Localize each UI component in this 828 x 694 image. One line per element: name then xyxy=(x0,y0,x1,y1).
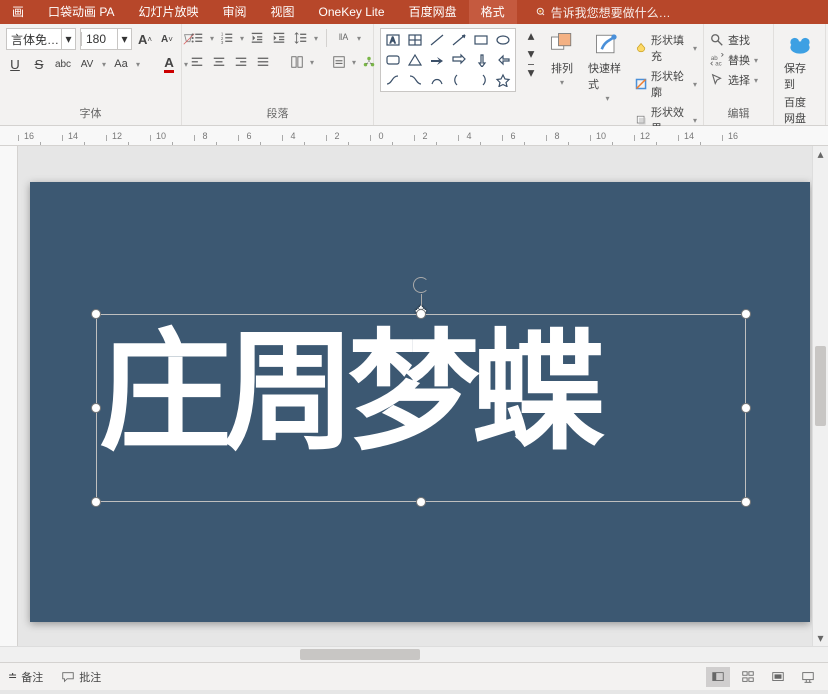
align-left-button[interactable] xyxy=(188,52,206,72)
change-case-button[interactable]: Aa xyxy=(112,54,130,74)
work-area: ✥ 庄周梦蝶 ▴ ▾ xyxy=(0,146,828,646)
triangle-icon: ≐ xyxy=(8,670,17,683)
shape-fill-button[interactable]: 形状填充▾ xyxy=(635,32,697,64)
comments-button[interactable]: 批注 xyxy=(61,669,101,685)
align-justify-button[interactable] xyxy=(254,52,272,72)
horizontal-scrollbar[interactable] xyxy=(0,646,828,662)
status-bar: ≐ 备注 批注 xyxy=(0,662,828,690)
align-text-button[interactable] xyxy=(330,52,348,72)
arrange-button[interactable]: 排列 ▾ xyxy=(544,28,580,89)
svg-text:‖A: ‖A xyxy=(339,32,349,42)
tab-slideshow[interactable]: 幻灯片放映 xyxy=(126,0,210,24)
select-button[interactable]: 选择▾ xyxy=(710,72,767,88)
tab-review[interactable]: 审阅 xyxy=(210,0,258,24)
font-size-box[interactable]: 180 ▾ xyxy=(80,28,132,50)
replace-label: 替换 xyxy=(728,52,750,68)
tab-pocket-anim[interactable]: 口袋动画 PA xyxy=(36,0,126,24)
view-slideshow-button[interactable] xyxy=(796,667,820,687)
find-label: 查找 xyxy=(728,32,750,48)
numbering-button[interactable]: 123 xyxy=(218,28,236,48)
shape-outline-label: 形状轮廓 xyxy=(651,68,689,100)
notes-button[interactable]: ≐ 备注 xyxy=(8,669,43,685)
group-drawing: A xyxy=(374,24,704,125)
vertical-ruler[interactable] xyxy=(0,146,18,646)
tab-view[interactable]: 视图 xyxy=(259,0,307,24)
save-label1: 保存到 xyxy=(784,60,815,92)
slide-canvas[interactable]: ✥ 庄周梦蝶 xyxy=(30,182,810,622)
svg-text:3: 3 xyxy=(221,40,224,45)
notes-label: 备注 xyxy=(21,669,43,685)
vscroll-thumb[interactable] xyxy=(815,346,826,426)
resize-handle-bl[interactable] xyxy=(91,497,101,507)
group-editing-label: 编辑 xyxy=(710,103,767,123)
columns-button[interactable] xyxy=(288,52,306,72)
indent-decrease-button[interactable] xyxy=(248,28,266,48)
gallery-down-button[interactable]: ▾ xyxy=(522,46,540,62)
shapes-gallery[interactable]: A xyxy=(380,28,516,92)
shape-outline-button[interactable]: 形状轮廓▾ xyxy=(635,68,697,100)
group-paragraph-label: 段落 xyxy=(188,103,367,123)
char-spacing-button[interactable]: abc xyxy=(54,54,72,74)
text-direction-button[interactable]: ‖A xyxy=(335,28,353,48)
align-center-button[interactable] xyxy=(210,52,228,72)
horizontal-ruler[interactable]: 1614121086420246810121416 xyxy=(0,126,828,146)
arrange-label: 排列 xyxy=(551,60,573,76)
select-label: 选择 xyxy=(728,72,750,88)
tell-me-search[interactable]: 告诉我您想要做什么… xyxy=(517,4,671,21)
tab-baidu[interactable]: 百度网盘 xyxy=(397,0,469,24)
find-button[interactable]: 查找 xyxy=(710,32,767,48)
kerning-button[interactable]: AV xyxy=(78,54,96,74)
font-name-box[interactable]: 言体免… ▾ xyxy=(6,28,76,50)
gallery-more-button[interactable]: ▾ xyxy=(522,64,540,80)
shape-fill-label: 形状填充 xyxy=(651,32,689,64)
strike-button[interactable]: S xyxy=(30,54,48,74)
view-normal-button[interactable] xyxy=(706,667,730,687)
slide-text[interactable]: 庄周梦蝶 xyxy=(91,315,752,469)
font-size-dropdown[interactable]: ▾ xyxy=(117,29,131,49)
font-size-field[interactable]: 180 xyxy=(81,32,117,46)
ribbon-tabs: 画 口袋动画 PA 幻灯片放映 审阅 视图 OneKey Lite 百度网盘 格… xyxy=(0,0,828,24)
tell-me-label: 告诉我您想要做什么… xyxy=(551,4,671,21)
save-label2: 百度网盘 xyxy=(784,94,815,126)
svg-text:A: A xyxy=(390,36,396,45)
view-reading-button[interactable] xyxy=(766,667,790,687)
svg-text:ac: ac xyxy=(715,60,721,67)
group-font: 言体免… ▾ 180 ▾ A˄ A˅ U S abc AV ▾ Aa ▾ xyxy=(0,24,182,125)
comments-label: 批注 xyxy=(79,669,101,685)
quick-styles-label: 快速样式 xyxy=(588,60,627,92)
group-save: 保存到 百度网盘 保存 xyxy=(774,24,826,125)
underline-button[interactable]: U xyxy=(6,54,24,74)
rotate-handle[interactable] xyxy=(413,277,429,293)
replace-button[interactable]: abac 替换▾ xyxy=(710,52,767,68)
font-name-dropdown[interactable]: ▾ xyxy=(61,29,75,49)
font-name-field[interactable]: 言体免… xyxy=(7,31,61,48)
group-editing: 查找 abac 替换▾ 选择▾ 编辑 xyxy=(704,24,774,125)
save-baidu-button[interactable]: 保存到 百度网盘 xyxy=(780,28,819,128)
line-spacing-button[interactable] xyxy=(292,28,310,48)
align-right-button[interactable] xyxy=(232,52,250,72)
gallery-up-button[interactable]: ▴ xyxy=(522,28,540,44)
resize-handle-br[interactable] xyxy=(741,497,751,507)
indent-increase-button[interactable] xyxy=(270,28,288,48)
group-font-label: 字体 xyxy=(6,103,175,123)
ribbon: 言体免… ▾ 180 ▾ A˄ A˅ U S abc AV ▾ Aa ▾ xyxy=(0,24,828,126)
bullets-button[interactable] xyxy=(188,28,206,48)
resize-handle-b[interactable] xyxy=(416,497,426,507)
textbox-selection[interactable]: ✥ 庄周梦蝶 xyxy=(96,314,746,502)
tab-draw[interactable]: 画 xyxy=(0,0,36,24)
grow-font-button[interactable]: A˄ xyxy=(136,29,154,49)
view-sorter-button[interactable] xyxy=(736,667,760,687)
group-paragraph: ▾ 123▾ ▾ ‖A▾ ▾ ▾ ▾ 段落 xyxy=(182,24,374,125)
vertical-scrollbar[interactable]: ▴ ▾ xyxy=(812,146,828,646)
tab-onekey[interactable]: OneKey Lite xyxy=(307,0,397,24)
shrink-font-button[interactable]: A˅ xyxy=(158,29,176,49)
quick-styles-button[interactable]: 快速样式 ▾ xyxy=(584,28,631,105)
hscroll-thumb[interactable] xyxy=(300,649,420,660)
font-color-button[interactable]: A xyxy=(160,54,178,74)
tab-format[interactable]: 格式 xyxy=(469,0,517,24)
